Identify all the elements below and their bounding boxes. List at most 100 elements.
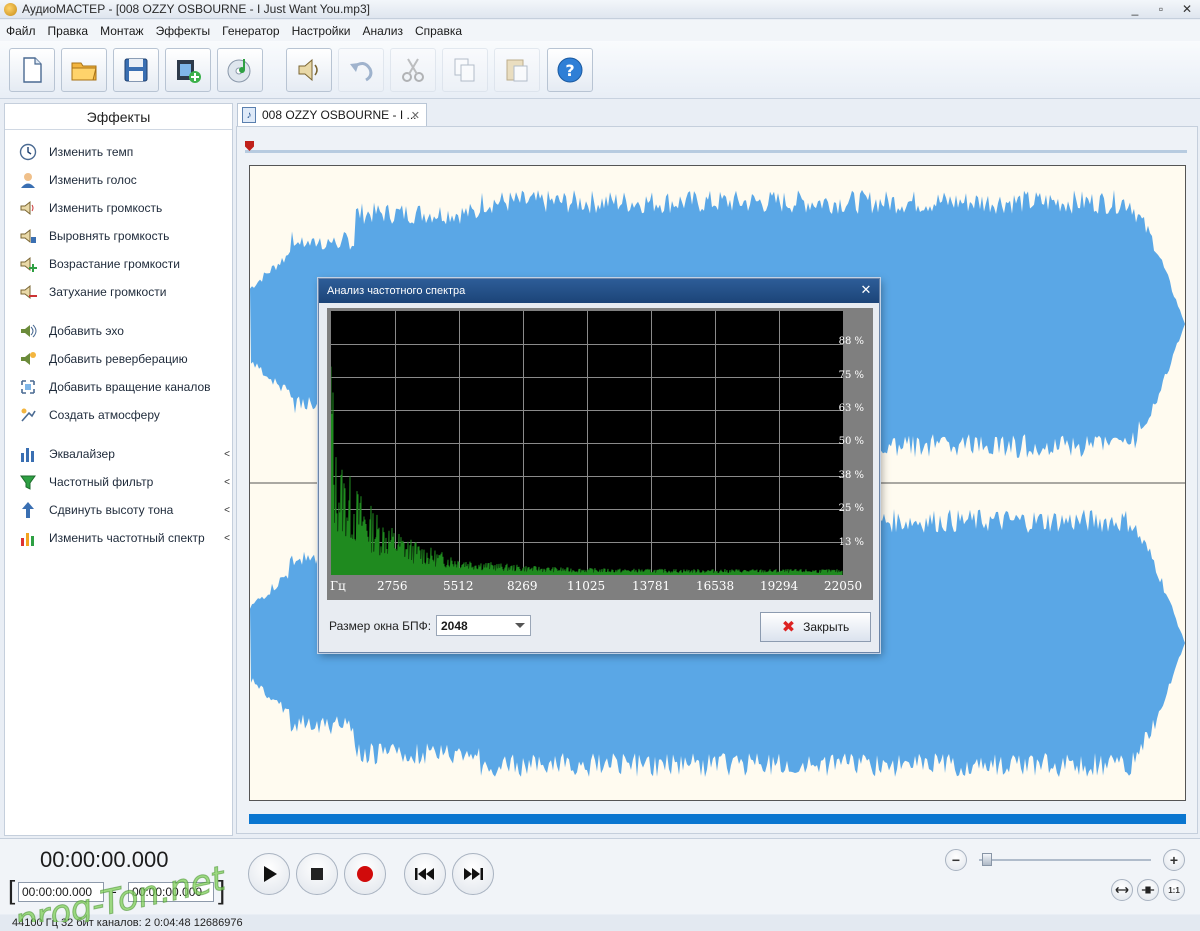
- effect-change-tempo[interactable]: Изменить темп: [5, 138, 232, 166]
- cut-button[interactable]: [390, 48, 436, 92]
- maximize-button[interactable]: ▫: [1148, 0, 1174, 18]
- save-icon: [124, 58, 148, 82]
- menu-montage[interactable]: Монтаж: [100, 24, 144, 38]
- dialog-close-button[interactable]: ✕: [859, 282, 873, 297]
- horizontal-scrollbar[interactable]: [249, 814, 1186, 824]
- effect-fade-in[interactable]: Возрастание громкости: [5, 250, 232, 278]
- zoom-in-button[interactable]: +: [1163, 849, 1185, 871]
- document-tab-label: 008 OZZY OSBOURNE - I ...: [262, 108, 417, 122]
- effects-panel: Эффекты Изменить темп Изменить голос Изм…: [4, 103, 233, 836]
- new-file-button[interactable]: [9, 48, 55, 92]
- effect-equalizer[interactable]: Эквалайзер <: [5, 440, 232, 468]
- close-tab-button[interactable]: ✕: [411, 109, 420, 122]
- effect-label: Эквалайзер: [49, 447, 115, 461]
- open-folder-icon: [71, 62, 97, 81]
- effect-change-voice[interactable]: Изменить голос: [5, 166, 232, 194]
- forward-button[interactable]: [452, 853, 494, 895]
- dialog-title: Анализ частотного спектра: [327, 285, 466, 297]
- close-button-label: Закрыть: [803, 620, 850, 634]
- close-icon: ✖: [781, 619, 796, 636]
- timeline[interactable]: [239, 135, 1187, 157]
- close-window-button[interactable]: ✕: [1174, 0, 1200, 18]
- zoom-out-button[interactable]: −: [945, 849, 967, 871]
- effect-label: Изменить громкость: [49, 201, 163, 215]
- effect-fade-out[interactable]: Затухание громкости: [5, 278, 232, 306]
- save-button[interactable]: [113, 48, 159, 92]
- fade-out-icon: [19, 283, 37, 301]
- undo-button[interactable]: [338, 48, 384, 92]
- copy-button[interactable]: [442, 48, 488, 92]
- menu-edit[interactable]: Правка: [48, 24, 89, 38]
- effect-change-spectrum[interactable]: Изменить частотный спектр <: [5, 524, 232, 552]
- effects-header: Эффекты: [5, 104, 232, 130]
- expand-arrow[interactable]: <: [224, 449, 230, 460]
- percent-label-75: 75 %: [838, 370, 864, 381]
- percent-label-38: 38 %: [838, 470, 864, 481]
- effect-add-reverb[interactable]: Добавить реверберацию: [5, 345, 232, 373]
- forward-icon: [464, 868, 483, 880]
- paste-button[interactable]: [494, 48, 540, 92]
- stop-icon: [311, 868, 323, 880]
- spectrum-dialog: Анализ частотного спектра ✕ 88 % 75 % 63…: [318, 278, 880, 653]
- expand-arrow[interactable]: <: [224, 533, 230, 544]
- zoom-slider-thumb[interactable]: [982, 853, 993, 866]
- speaker-button[interactable]: [286, 48, 332, 92]
- reverb-icon: [19, 350, 37, 368]
- rewind-icon: [415, 868, 434, 880]
- timeline-rail: [245, 150, 1187, 153]
- stop-button[interactable]: [296, 853, 338, 895]
- expand-arrow[interactable]: <: [224, 477, 230, 488]
- fit-selection-icon: [1141, 886, 1155, 894]
- equalizer-icon: [19, 445, 37, 463]
- cd-music-button[interactable]: [217, 48, 263, 92]
- effect-label: Сдвинуть высоту тона: [49, 503, 174, 517]
- play-button[interactable]: [248, 853, 290, 895]
- fft-size-select[interactable]: 2048: [436, 615, 531, 636]
- close-button[interactable]: ✖ Закрыть: [760, 612, 871, 642]
- effect-rotate-channels[interactable]: Добавить вращение каналов: [5, 373, 232, 401]
- zoom-slider-track[interactable]: [979, 859, 1151, 861]
- svg-text:?: ?: [565, 61, 574, 80]
- open-file-button[interactable]: [61, 48, 107, 92]
- fit-selection-button[interactable]: [1137, 879, 1159, 901]
- rotate-channels-icon: [19, 378, 37, 396]
- title-bar: АудиоМАСТЕР - [008 OZZY OSBOURNE - I Jus…: [0, 0, 1200, 19]
- window-title: АудиоМАСТЕР - [008 OZZY OSBOURNE - I Jus…: [22, 2, 370, 16]
- selection-end-field[interactable]: 00:00:00.000: [128, 882, 214, 902]
- menu-analysis[interactable]: Анализ: [362, 24, 403, 38]
- menu-settings[interactable]: Настройки: [292, 24, 351, 38]
- expand-arrow[interactable]: <: [224, 505, 230, 516]
- effect-normalize-volume[interactable]: Выровнять громкость: [5, 222, 232, 250]
- add-video-button[interactable]: [165, 48, 211, 92]
- new-file-icon: [23, 57, 42, 83]
- pitch-shift-icon: [19, 501, 37, 519]
- menu-help[interactable]: Справка: [415, 24, 462, 38]
- fit-width-button[interactable]: [1111, 879, 1133, 901]
- copy-icon: [454, 58, 475, 82]
- menu-file[interactable]: Файл: [6, 24, 36, 38]
- effect-add-echo[interactable]: Добавить эхо: [5, 317, 232, 345]
- zoom-1to1-button[interactable]: 1:1: [1163, 879, 1185, 901]
- spectrum-chart-frame: 88 % 75 % 63 % 50 % 38 % 25 % 13 % Гц 27…: [327, 308, 873, 600]
- menu-effects[interactable]: Эффекты: [156, 24, 211, 38]
- document-tab[interactable]: ♪ 008 OZZY OSBOURNE - I ... ✕: [237, 103, 427, 126]
- selection-start-field[interactable]: 00:00:00.000: [18, 882, 104, 902]
- effect-pitch-shift[interactable]: Сдвинуть высоту тона <: [5, 496, 232, 524]
- effect-label: Выровнять громкость: [49, 229, 170, 243]
- fft-size-label: Размер окна БПФ:: [329, 619, 432, 633]
- minimize-button[interactable]: _: [1122, 0, 1148, 18]
- freq-label-2756: 2756: [377, 579, 408, 593]
- volume-level-icon: [19, 227, 37, 245]
- effect-frequency-filter[interactable]: Частотный фильтр <: [5, 468, 232, 496]
- cut-icon: [402, 58, 424, 82]
- spectrum-svg: [330, 311, 843, 576]
- menu-generator[interactable]: Генератор: [222, 24, 279, 38]
- effect-change-volume[interactable]: Изменить громкость: [5, 194, 232, 222]
- help-button[interactable]: ?: [547, 48, 593, 92]
- record-button[interactable]: [344, 853, 386, 895]
- effect-label: Добавить эхо: [49, 324, 124, 338]
- effect-create-atmosphere[interactable]: Создать атмосферу: [5, 401, 232, 429]
- filter-icon: [19, 473, 37, 491]
- percent-label-13: 13 %: [838, 537, 864, 548]
- rewind-button[interactable]: [404, 853, 446, 895]
